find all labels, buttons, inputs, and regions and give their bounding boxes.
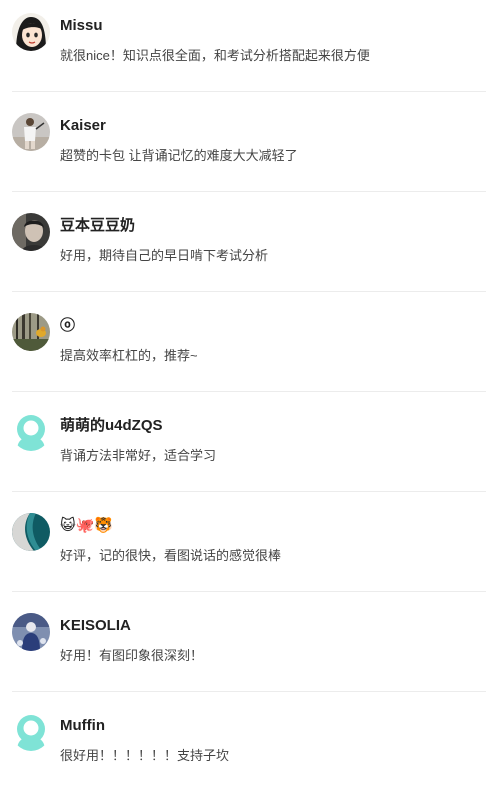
- review-item: 😺🐙🐯 好评，记的很快，看图说话的感觉很棒: [0, 500, 486, 600]
- review-list: Missu 就很nice！知识点很全面，和考试分析搭配起来很方便 Kaiser …: [0, 0, 486, 800]
- forest-bird-avatar[interactable]: [12, 313, 50, 351]
- review-comment: 提高效率杠杠的，推荐~: [60, 348, 198, 363]
- review-username: Muffin: [60, 717, 105, 734]
- portrait-avatar-image: [12, 213, 50, 251]
- default-user-avatar[interactable]: [12, 713, 50, 751]
- portrait-avatar[interactable]: [12, 213, 50, 251]
- review-item: Missu 就很nice！知识点很全面，和考试分析搭配起来很方便: [0, 0, 486, 100]
- review-comment: 好用，期待自己的早日啃下考试分析: [60, 248, 269, 263]
- review-comment: 好用！有图印象很深刻！: [60, 648, 204, 663]
- review-item: ⓞ 提高效率杠杠的，推荐~: [0, 300, 486, 400]
- review-comment: 就很nice！知识点很全面，和考试分析搭配起来很方便: [60, 48, 370, 63]
- review-username: 豆本豆豆奶: [60, 217, 136, 234]
- blue-figure-avatar-image: [12, 613, 50, 651]
- anime-girl-avatar[interactable]: [12, 13, 50, 51]
- default-user-icon: [12, 413, 50, 451]
- review-username: 😺🐙🐯: [60, 517, 113, 534]
- default-user-icon: [12, 713, 50, 751]
- review-comment: 超赞的卡包 让背诵记忆的难度大大减轻了: [60, 148, 298, 163]
- forest-bird-avatar-image: [12, 313, 50, 351]
- review-divider: [12, 291, 486, 292]
- review-item: Kaiser 超赞的卡包 让背诵记忆的难度大大减轻了: [0, 100, 486, 200]
- review-username: 萌萌的u4dZQS: [60, 417, 163, 434]
- review-divider: [12, 591, 486, 592]
- ocean-wave-avatar-image: [12, 513, 50, 551]
- default-user-avatar[interactable]: [12, 413, 50, 451]
- ocean-wave-avatar[interactable]: [12, 513, 50, 551]
- blue-figure-avatar[interactable]: [12, 613, 50, 651]
- review-comment: 好评，记的很快，看图说话的感觉很棒: [60, 548, 282, 563]
- review-divider: [12, 691, 486, 692]
- review-username: Missu: [60, 17, 103, 34]
- review-username: KEISOLIA: [60, 617, 131, 634]
- review-divider: [12, 191, 486, 192]
- review-comment: 背诵方法非常好，适合学习: [60, 448, 217, 463]
- review-username: ⓞ: [60, 317, 76, 334]
- anime-girl-avatar-image: [12, 13, 50, 51]
- review-item: Muffin 很好用！！！！！！支持子坎: [0, 700, 486, 800]
- review-item: 萌萌的u4dZQS 背诵方法非常好，适合学习: [0, 400, 486, 500]
- review-divider: [12, 91, 486, 92]
- review-item: KEISOLIA 好用！有图印象很深刻！: [0, 600, 486, 700]
- review-divider: [12, 491, 486, 492]
- review-item: 豆本豆豆奶 好用，期待自己的早日啃下考试分析: [0, 200, 486, 300]
- review-divider: [12, 391, 486, 392]
- review-username: Kaiser: [60, 117, 106, 134]
- review-comment: 很好用！！！！！！支持子坎: [60, 748, 230, 763]
- tennis-player-avatar-image: [12, 113, 50, 151]
- tennis-player-avatar[interactable]: [12, 113, 50, 151]
